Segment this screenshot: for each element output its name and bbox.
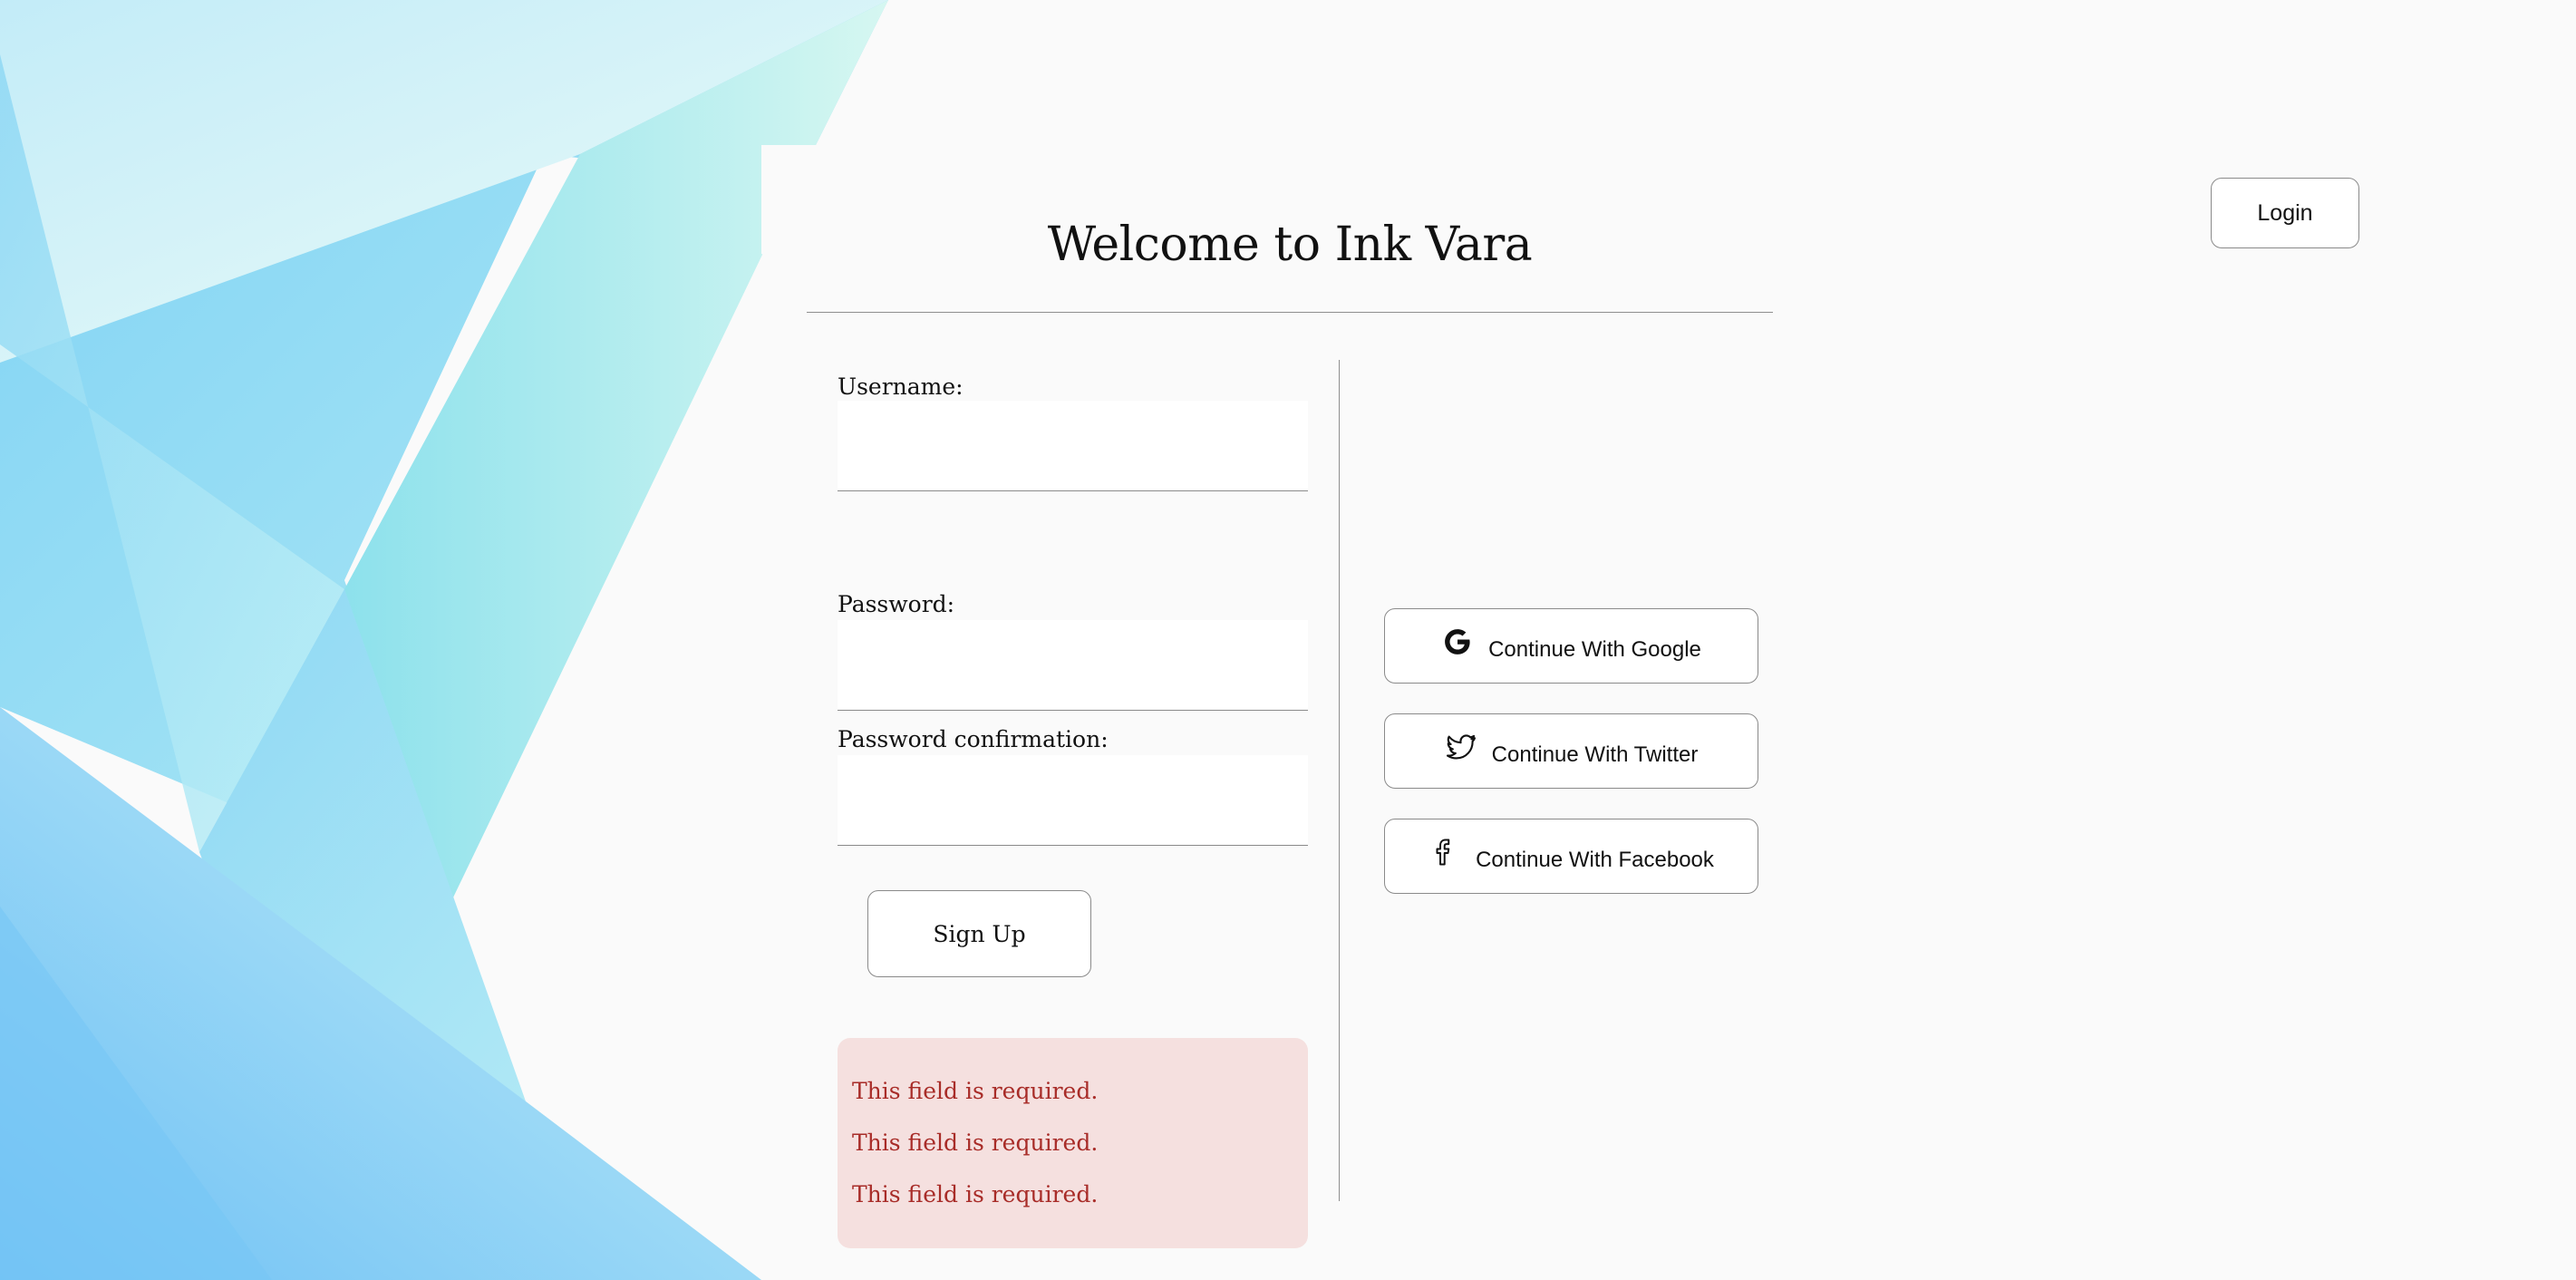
signup-button[interactable]: Sign Up [867, 890, 1091, 977]
continue-with-google-button[interactable]: Continue With Google [1384, 608, 1758, 684]
error-message: This field is required. [852, 1078, 1099, 1104]
password-input[interactable] [838, 620, 1308, 711]
facebook-button-label: Continue With Facebook [1476, 847, 1714, 872]
error-message: This field is required. [852, 1130, 1099, 1156]
continue-with-twitter-button[interactable]: Continue With Twitter [1384, 713, 1758, 789]
facebook-icon [1428, 836, 1461, 868]
google-button-label: Continue With Google [1488, 636, 1701, 662]
login-button[interactable]: Login [2211, 178, 2359, 248]
username-input[interactable] [838, 401, 1308, 491]
error-message-box: This field is required. This field is re… [838, 1038, 1308, 1248]
continue-with-facebook-button[interactable]: Continue With Facebook [1384, 819, 1758, 894]
twitter-icon [1445, 731, 1477, 763]
page-title: Welcome to Ink Vara [1047, 218, 1533, 272]
background-artwork [0, 0, 888, 1280]
password-confirmation-label: Password confirmation: [838, 726, 1109, 752]
vertical-divider [1339, 360, 1340, 1201]
twitter-button-label: Continue With Twitter [1491, 742, 1699, 767]
password-confirmation-input[interactable] [838, 755, 1308, 846]
title-divider [807, 312, 1773, 313]
password-label: Password: [838, 591, 955, 617]
username-label: Username: [838, 373, 964, 400]
error-message: This field is required. [852, 1181, 1099, 1207]
google-icon [1441, 625, 1474, 658]
